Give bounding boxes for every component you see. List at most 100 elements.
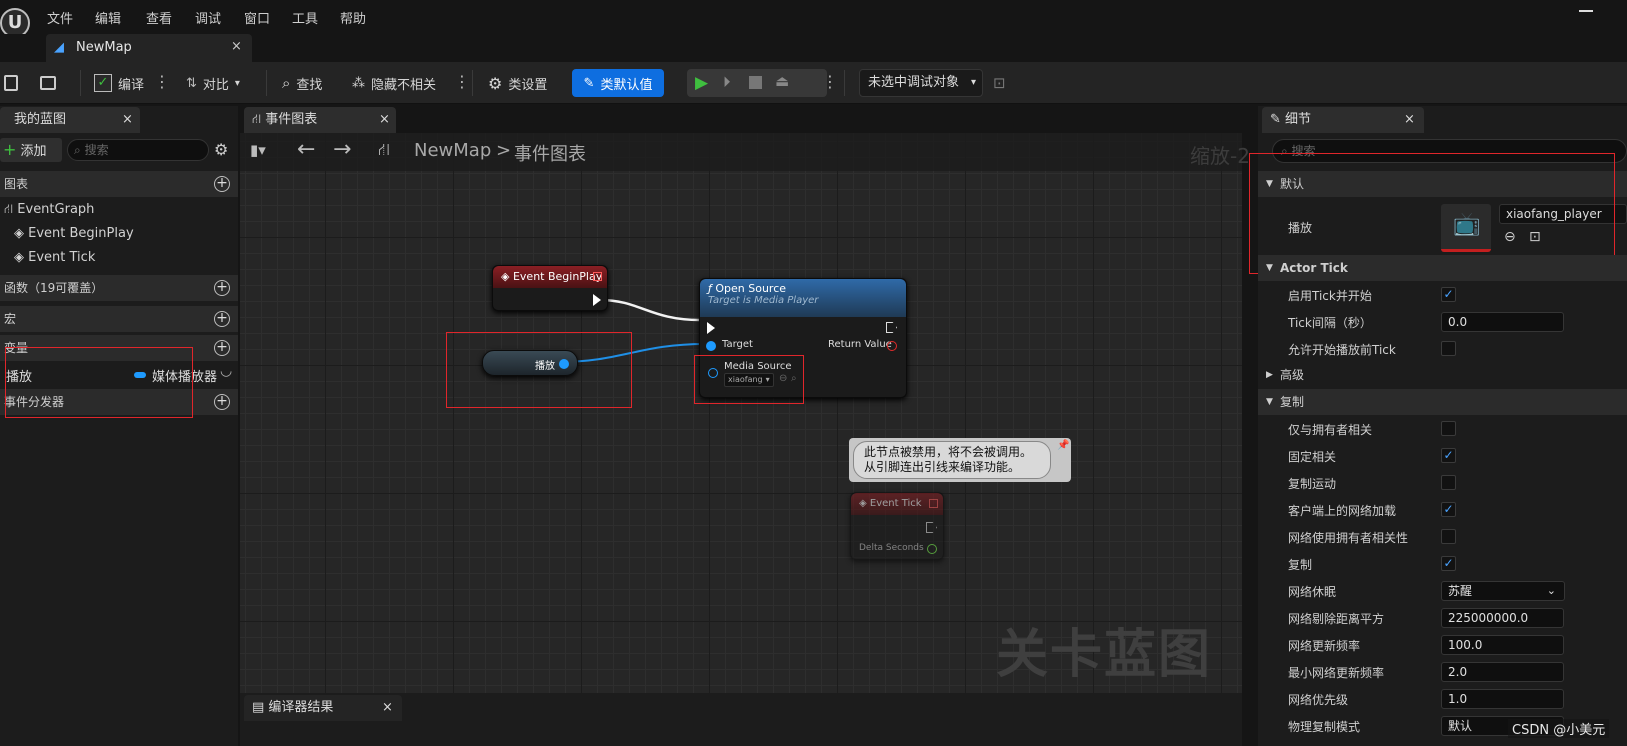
net-priority-input[interactable]: 1.0 [1441,689,1564,709]
search-icon[interactable]: ⌕ [791,373,797,384]
section-actor-tick-label: Actor Tick [1280,261,1348,275]
media-source-select[interactable]: xiaofang ▾ [724,373,774,387]
property-label: 仅与拥有者相关 [1288,423,1373,437]
media-source-label: Media Source [724,361,792,372]
node-subtitle: Target is Media Player [708,295,819,306]
section-replication-label: 复制 [1280,395,1305,409]
exec-out-pin[interactable] [926,522,937,533]
exec-out-pin[interactable] [886,322,897,333]
delegate-pin-icon[interactable] [929,499,938,508]
use-selected-icon[interactable]: ⊖ [1504,229,1516,245]
graph-type-watermark: 关卡蓝图 [996,625,1213,685]
return-pin-label: Return Value [828,339,892,350]
tab-details[interactable]: ✎ 细节 × [1262,107,1424,133]
section-default[interactable]: ▼ 默认 [1258,171,1627,197]
chevron-down-icon: ▼ [1266,179,1273,189]
property-label: 物理复制模式 [1288,720,1361,734]
node-title: Event Tick [869,498,922,509]
variable-out-pin[interactable] [559,359,569,369]
net-dormancy-value: 苏醒 [1448,584,1473,598]
net-cull-distance-input[interactable]: 225000000.0 [1441,608,1564,628]
property-label: 复制运动 [1288,477,1337,491]
media-source-pin[interactable] [708,368,718,378]
asset-picker[interactable]: xiaofang_player [1499,204,1627,224]
minimize-icon[interactable] [1579,10,1593,12]
edit-icon: ✎ [1270,112,1286,127]
csdn-watermark: CSDN @小美元 [1508,719,1610,738]
chevron-right-icon: ▶ [1266,370,1273,380]
property-label: 允许开始播放前Tick [1288,343,1396,357]
node-open-source[interactable]: ƒ Open Source Target is Media Player Tar… [699,278,907,398]
chevron-down-icon: ⌄ [1546,584,1556,597]
disabled-note-text: 此节点被禁用，将不会被调用。 从引脚连出引线来编译功能。 [853,441,1051,479]
exec-wire [599,298,701,322]
delegate-pin-icon[interactable] [593,272,602,281]
delta-seconds-label: Delta Seconds [859,543,924,553]
net-load-on-client-checkbox[interactable]: ✓ [1441,502,1456,517]
media-player-thumbnail[interactable]: 📺 [1441,204,1491,252]
use-asset-icon[interactable]: ⊖ [779,373,787,384]
only-relevant-to-owner-checkbox[interactable] [1441,421,1456,436]
target-pin[interactable] [706,341,716,351]
exec-out-pin[interactable] [593,294,601,306]
browse-asset-icon[interactable]: ⊡ [1529,229,1541,245]
node-header: ◈ Event Tick [851,493,943,515]
start-with-tick-checkbox[interactable]: ✓ [1441,287,1456,302]
details-tab-label: 细节 [1285,112,1312,127]
net-dormancy-select[interactable]: 苏醒 ⌄ [1441,581,1565,601]
tab-compiler-results[interactable]: ▤ 编译器结果 × [244,695,402,721]
section-advanced[interactable]: ▶ 高级 [1258,362,1627,388]
property-label: 固定相关 [1288,450,1337,464]
exec-in-pin[interactable] [707,322,715,334]
node-title: Open Source [715,282,787,295]
property-label: 复制 [1288,558,1313,572]
section-default-label: 默认 [1280,177,1305,191]
close-icon[interactable]: × [1404,107,1415,133]
node-header: ◈ Event BeginPlay [493,266,607,288]
close-icon[interactable]: × [382,695,393,721]
node-title: Event BeginPlay [512,270,603,283]
property-label: 最小网络更新频率 [1288,666,1385,680]
net-update-frequency-input[interactable]: 100.0 [1441,635,1564,655]
return-pin[interactable] [887,341,897,351]
asset-picker-value: xiaofang_player [1506,207,1602,221]
tick-interval-input[interactable]: 0.0 [1441,312,1564,332]
property-label: 客户端上的网络加载 [1288,504,1397,518]
node-event-tick[interactable]: ◈ Event Tick Delta Seconds [850,492,944,560]
details-search-input[interactable]: ⌕ 搜索 [1272,139,1627,163]
always-relevant-checkbox[interactable]: ✓ [1441,448,1456,463]
property-label: 网络剔除距离平方 [1288,612,1385,626]
pin-icon[interactable]: 📌 [1057,440,1069,451]
section-actor-tick[interactable]: ▼ Actor Tick [1258,255,1627,281]
property-label: Tick间隔（秒） [1288,316,1372,330]
target-pin-label: Target [722,339,753,350]
replicates-checkbox[interactable]: ✓ [1441,556,1456,571]
media-source-value: xiaofang [728,375,763,384]
node-variable-get[interactable]: 播放 [482,350,578,376]
event-icon: ◈ [501,270,513,283]
chevron-down-icon: ▼ [1266,397,1273,407]
compiler-results-icon: ▤ [252,700,269,715]
television-icon: 📺 [1453,212,1481,237]
section-replication[interactable]: ▼ 复制 [1258,389,1627,415]
play-property-label: 播放 [1288,221,1313,235]
section-advanced-label: 高级 [1280,368,1305,382]
delta-seconds-pin[interactable] [927,544,937,554]
wire-layer [559,298,706,363]
tick-before-play-checkbox[interactable] [1441,341,1456,356]
min-net-update-frequency-input[interactable]: 2.0 [1441,662,1564,682]
compiler-results-label: 编译器结果 [268,700,334,715]
node-event-beginplay[interactable]: ◈ Event BeginPlay [492,265,608,311]
property-label: 网络更新频率 [1288,639,1361,653]
event-icon: ◈ [859,498,870,509]
property-label: 网络优先级 [1288,693,1349,707]
net-use-owner-relevancy-checkbox[interactable] [1441,529,1456,544]
variable-get-label: 播放 [535,361,555,372]
property-label: 网络使用拥有者相关性 [1288,531,1409,545]
property-label: 网络休眠 [1288,585,1337,599]
media-player-wire [559,343,706,363]
search-icon: ⌕ [1281,144,1292,158]
chevron-down-icon: ▼ [1266,263,1273,273]
details-search-placeholder: 搜索 [1291,144,1316,158]
replicate-movement-checkbox[interactable] [1441,475,1456,490]
